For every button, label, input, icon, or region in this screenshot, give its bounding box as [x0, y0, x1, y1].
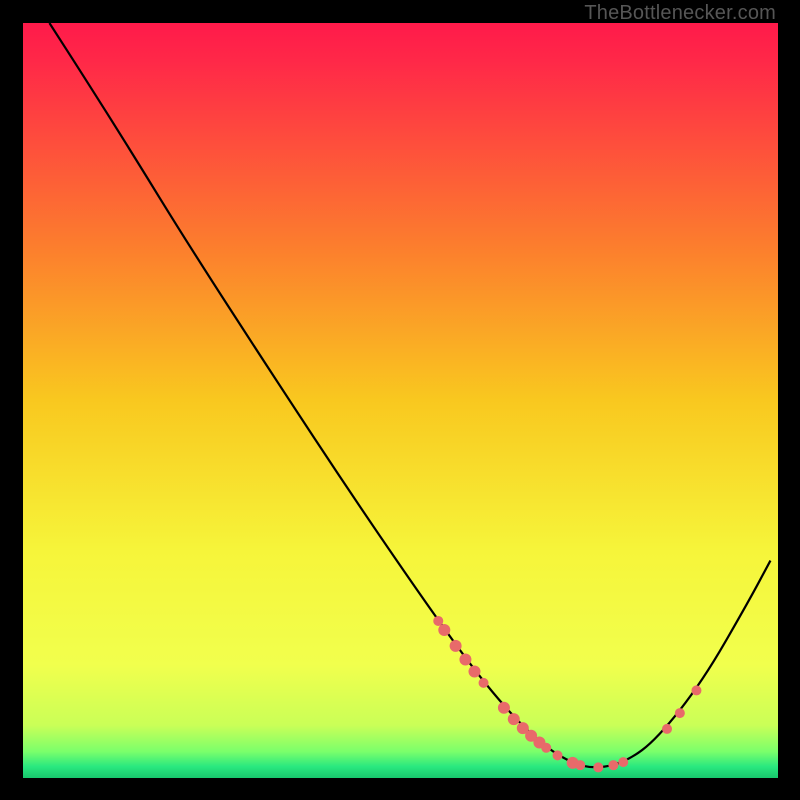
data-marker — [593, 762, 603, 772]
data-marker — [433, 616, 443, 626]
data-marker — [618, 757, 628, 767]
data-marker — [691, 685, 701, 695]
data-marker — [450, 640, 462, 652]
data-marker — [541, 743, 551, 753]
data-marker — [508, 713, 520, 725]
data-marker — [662, 724, 672, 734]
data-marker — [575, 760, 585, 770]
data-marker — [553, 750, 563, 760]
data-marker — [608, 760, 618, 770]
data-marker — [675, 708, 685, 718]
watermark-text: TheBottlenecker.com — [584, 2, 776, 25]
chart-canvas — [23, 23, 778, 778]
data-marker — [498, 702, 510, 714]
data-marker — [468, 666, 480, 678]
data-marker — [459, 653, 471, 665]
data-marker — [479, 678, 489, 688]
gradient-background — [23, 23, 778, 778]
data-marker — [438, 624, 450, 636]
plot-area — [23, 23, 778, 778]
